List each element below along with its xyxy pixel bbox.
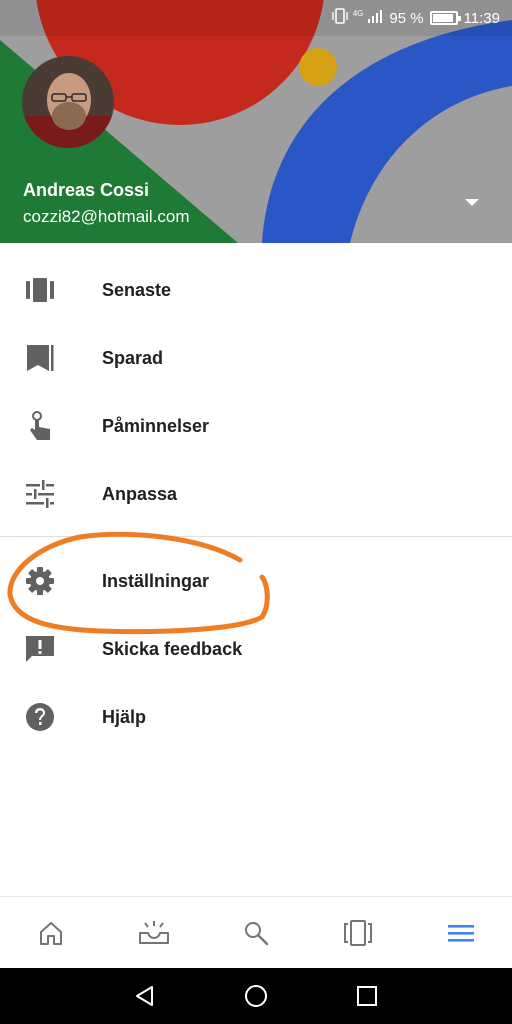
- nav-cards-button[interactable]: [307, 897, 409, 969]
- network-type: 4G: [352, 8, 364, 18]
- nav-home-button[interactable]: [0, 897, 102, 969]
- back-button[interactable]: [125, 976, 165, 1016]
- menu-item-label: Sparad: [102, 347, 164, 368]
- menu-divider: [0, 536, 512, 537]
- menu-item-label: Skicka feedback: [102, 638, 243, 659]
- menu-item-label: Påminnelser: [102, 415, 210, 436]
- battery-icon: [429, 11, 461, 25]
- menu-item-sparad[interactable]: Sparad: [0, 324, 512, 392]
- signal-icon: [367, 9, 383, 27]
- bookmark-icon: [24, 342, 56, 374]
- clock: 11:39: [463, 9, 500, 27]
- menu-item-label: Senaste: [102, 279, 172, 300]
- menu-item-installningar[interactable]: Inställningar: [0, 547, 512, 615]
- cards-icon: [344, 919, 373, 946]
- home-system-button[interactable]: [236, 976, 276, 1016]
- recent-cards-icon: [24, 274, 56, 306]
- account-email: cozzi82@hotmail.com: [23, 207, 190, 226]
- home-icon: [40, 921, 63, 945]
- account-header: 4G 95 % 11:39 Andreas Cossi cozzi82@hotm…: [0, 0, 512, 243]
- menu-item-senaste[interactable]: Senaste: [0, 256, 512, 324]
- menu-item-label: Anpassa: [102, 483, 178, 504]
- feedback-icon: [24, 633, 56, 665]
- gear-icon: [24, 565, 56, 597]
- menu-item-paminnelser[interactable]: Påminnelser: [0, 392, 512, 460]
- back-triangle-icon: [136, 986, 154, 1006]
- bottom-navigation: [0, 896, 512, 968]
- menu-item-label: Hjälp: [102, 706, 147, 727]
- menu-item-label: Inställningar: [102, 570, 210, 591]
- account-name: Andreas Cossi: [23, 180, 150, 200]
- nav-search-button[interactable]: [205, 897, 307, 969]
- reminder-finger-icon: [24, 410, 56, 442]
- nav-menu-button[interactable]: [410, 897, 512, 969]
- menu-icon: [447, 924, 474, 942]
- help-icon: [24, 701, 56, 733]
- home-circle-icon: [244, 985, 267, 1007]
- menu-item-skicka-feedback[interactable]: Skicka feedback: [0, 615, 512, 683]
- navigation-menu: Senaste Sparad Påminnelser Anpassa Instä…: [0, 256, 512, 751]
- recents-square-icon: [356, 986, 377, 1006]
- vibrate-icon: [331, 8, 349, 28]
- system-navigation-bar: [0, 968, 512, 1024]
- account-switcher-dropdown-icon[interactable]: [462, 196, 482, 210]
- nav-updates-button[interactable]: [102, 897, 204, 969]
- menu-item-hjalp[interactable]: Hjälp: [0, 683, 512, 751]
- avatar[interactable]: [22, 56, 114, 148]
- updates-tray-icon: [138, 920, 169, 944]
- search-icon: [245, 921, 269, 945]
- battery-percent: 95 %: [389, 9, 424, 27]
- status-bar: 4G 95 % 11:39: [0, 0, 512, 36]
- recents-button[interactable]: [347, 976, 387, 1016]
- tune-sliders-icon: [24, 478, 56, 510]
- menu-item-anpassa[interactable]: Anpassa: [0, 460, 512, 528]
